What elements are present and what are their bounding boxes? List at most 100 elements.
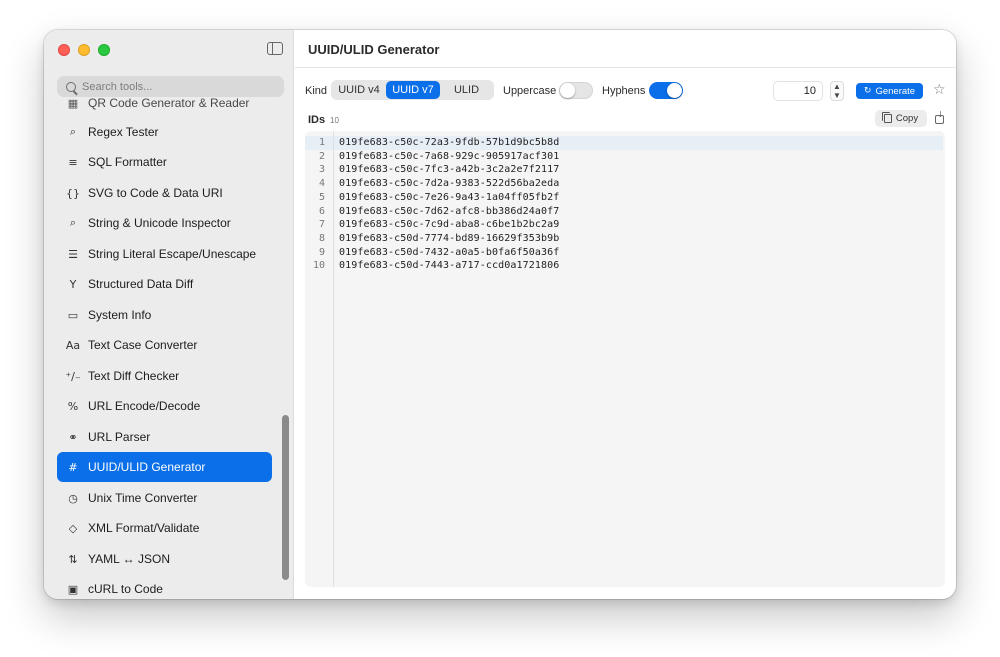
magnifier-text-icon: ⌕ <box>69 216 77 229</box>
sidebar-item-label: Regex Tester <box>88 125 159 139</box>
plus-minus-icon: ⁺∕₋ <box>65 369 81 383</box>
kind-option-uuid-v4[interactable]: UUID v4 <box>332 81 386 99</box>
sidebar-item-text-case-converter[interactable]: Aa Text Case Converter <box>57 330 272 360</box>
export-icon[interactable] <box>935 110 944 124</box>
count-input[interactable]: 10 <box>773 81 823 101</box>
sidebar-item-system-info[interactable]: ▭ System Info <box>57 300 272 330</box>
count-stepper[interactable]: ▲ ▼ <box>830 81 844 101</box>
magnifier-icon: ⌕ <box>69 125 77 138</box>
sidebar-item-regex-tester[interactable]: ⌕ Regex Tester <box>57 117 272 147</box>
swap-icon: ⇅ <box>68 552 78 566</box>
qr-icon: ▦ <box>67 98 79 110</box>
line-number: 1 <box>318 137 325 148</box>
hyphens-label: Hyphens <box>602 85 646 97</box>
sidebar-item-text-diff-checker[interactable]: ⁺∕₋ Text Diff Checker <box>57 361 272 391</box>
sidebar-item-label: UUID/ULID Generator <box>88 460 206 474</box>
zoom-window-button[interactable] <box>98 44 110 56</box>
sidebar-item-label: cURL to Code <box>88 582 163 596</box>
output-line: 8 019fe683-c50d-7774-bd89-16629f353b9b <box>305 232 945 246</box>
search-input[interactable] <box>82 80 262 93</box>
line-number: 9 <box>318 246 325 258</box>
sidebar-item-label: Text Diff Checker <box>88 369 180 383</box>
close-window-button[interactable] <box>58 44 70 56</box>
window-controls <box>58 44 110 56</box>
sidebar-scrollbar[interactable] <box>282 415 289 580</box>
ids-output-editor[interactable]: 1 019fe683-c50c-72a3-9fdb-57b1d9bc5b8d 2 01… <box>305 131 945 587</box>
copy-button[interactable]: Copy <box>875 110 927 127</box>
line-number: 10 <box>312 260 325 272</box>
chevron-down-icon[interactable]: ▼ <box>833 92 841 100</box>
sidebar-item-label: String Literal Escape/Unescape <box>88 247 257 261</box>
sidebar-item-label: URL Parser <box>88 430 151 444</box>
favorite-star-icon[interactable]: ☆ <box>933 82 946 98</box>
generate-label: Generate <box>875 85 916 97</box>
sidebar-item-string-unicode-inspector[interactable]: ⌕ String & Unicode Inspector <box>57 208 272 238</box>
sidebar-item-label: Structured Data Diff <box>88 277 194 291</box>
sidebar-item-structured-data-diff[interactable]: Y Structured Data Diff <box>57 269 272 299</box>
sidebar-item-label: String & Unicode Inspector <box>88 216 231 230</box>
ids-count: 10 <box>330 116 339 125</box>
generate-button[interactable]: ↻ Generate <box>856 83 923 99</box>
output-line: 4 019fe683-c50c-7d2a-9383-522d56ba2eda <box>305 177 945 191</box>
page-title: UUID/ULID Generator <box>308 42 440 57</box>
sidebar-item-yaml-json[interactable]: ⇅ YAML ↔ JSON <box>57 544 272 574</box>
percent-icon: % <box>67 399 79 413</box>
generated-id: 019fe683-c50c-72a3-9fdb-57b1d9bc5b8d <box>339 137 560 148</box>
line-number: 5 <box>318 191 325 203</box>
text-case-icon: Aa <box>65 338 81 352</box>
generated-id: 019fe683-c50c-7e26-9a43-1a04ff05fb2f <box>339 191 560 203</box>
output-line: 7 019fe683-c50c-7c9d-aba8-c6be1b2bc2a9 <box>305 218 945 232</box>
sidebar-item-sql-formatter[interactable]: ≡ SQL Formatter <box>57 147 272 177</box>
sidebar-item-string-literal-escape[interactable]: ☰ String Literal Escape/Unescape <box>57 239 272 269</box>
kind-option-uuid-v7[interactable]: UUID v7 <box>386 81 440 99</box>
sidebar-item-url-parser[interactable]: ⚭ URL Parser <box>57 422 272 452</box>
hyphens-toggle[interactable] <box>649 82 683 99</box>
generator-toolbar: Kind UUID v4 UUID v7 ULID Uppercase Hyph… <box>295 80 956 102</box>
line-number: 7 <box>318 219 325 231</box>
uppercase-label: Uppercase <box>503 85 557 97</box>
line-number: 8 <box>318 232 325 244</box>
sidebar-item-xml-format-validate[interactable]: ◇ XML Format/Validate <box>57 513 272 543</box>
output-line: 10 019fe683-c50d-7443-a717-ccd0a1721806 <box>305 259 945 273</box>
output-line: 5 019fe683-c50c-7e26-9a43-1a04ff05fb2f <box>305 191 945 205</box>
branch-icon: Y <box>69 277 77 291</box>
sidebar-item-unix-time-converter[interactable]: ◷ Unix Time Converter <box>57 483 272 513</box>
line-number: 2 <box>318 150 325 162</box>
refresh-icon: ↻ <box>863 86 872 96</box>
lines-icon: ≡ <box>68 155 78 169</box>
sidebar-item-qr-code[interactable]: ▦ QR Code Generator & Reader <box>57 98 272 118</box>
copy-label: Copy <box>895 113 919 124</box>
sidebar-item-uuid-ulid-generator[interactable]: # UUID/ULID Generator <box>57 452 272 482</box>
copy-icon <box>881 112 892 123</box>
generated-id: 019fe683-c50c-7c9d-aba8-c6be1b2bc2a9 <box>339 219 560 231</box>
search-icon <box>66 81 76 92</box>
generated-id: 019fe683-c50c-7a68-929c-905917acf301 <box>339 150 560 162</box>
uppercase-toggle[interactable] <box>559 82 593 99</box>
kind-option-ulid[interactable]: ULID <box>440 81 493 99</box>
chevron-up-icon[interactable]: ▲ <box>833 83 841 91</box>
sidebar-item-label: Text Case Converter <box>88 338 198 352</box>
line-number: 6 <box>318 205 325 217</box>
sidebar-item-label: URL Encode/Decode <box>88 399 201 413</box>
main-content: UUID/ULID Generator Kind UUID v4 UUID v7… <box>295 30 956 599</box>
clock-icon: ◷ <box>68 491 78 505</box>
sidebar-item-svg-to-code[interactable]: {} SVG to Code & Data URI <box>57 178 272 208</box>
minimize-window-button[interactable] <box>78 44 90 56</box>
kind-segmented-control[interactable]: UUID v4 UUID v7 ULID <box>331 80 494 100</box>
sidebar-item-curl-to-code[interactable]: ▣ cURL to Code <box>57 574 272 599</box>
tool-list[interactable]: ▦ QR Code Generator & Reader ⌕ Regex Tes… <box>44 98 282 599</box>
generated-id: 019fe683-c50d-7432-a0a5-b0fa6f50a36f <box>339 246 560 258</box>
generated-id: 019fe683-c50c-7fc3-a42b-3c2a2e7f2117 <box>339 164 560 176</box>
generated-id: 019fe683-c50c-7d2a-9383-522d56ba2eda <box>339 178 560 190</box>
ids-heading: IDs <box>308 114 326 126</box>
search-field[interactable] <box>57 76 284 97</box>
sidebar-item-label: XML Format/Validate <box>88 521 200 535</box>
output-line: 1 019fe683-c50c-72a3-9fdb-57b1d9bc5b8d <box>305 136 945 150</box>
generated-id: 019fe683-c50c-7d62-afc8-bb386d24a0f7 <box>339 205 560 217</box>
toggle-knob <box>560 83 575 98</box>
sidebar-item-url-encode-decode[interactable]: % URL Encode/Decode <box>57 391 272 421</box>
sidebar-toggle-icon[interactable] <box>267 42 283 55</box>
app-window: ▦ QR Code Generator & Reader ⌕ Regex Tes… <box>44 30 956 599</box>
terminal-icon: ▣ <box>67 582 79 596</box>
sidebar-item-label: Unix Time Converter <box>88 491 198 505</box>
